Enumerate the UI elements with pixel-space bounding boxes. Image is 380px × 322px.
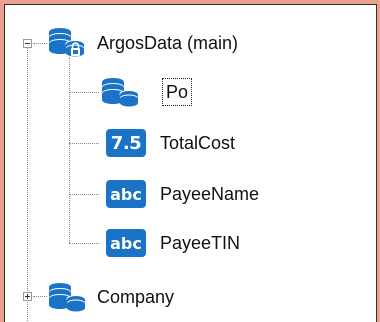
tree-connector xyxy=(69,194,99,195)
tree-node-label[interactable]: ArgosData (main) xyxy=(97,32,238,54)
tree-connector xyxy=(27,43,28,322)
data-tree: ArgosData (main) Po 7.5 TotalCost abc Pa… xyxy=(5,5,376,322)
tree-node-label[interactable]: PayeeName xyxy=(160,183,259,205)
collapse-toggle[interactable] xyxy=(23,39,32,48)
database-icon xyxy=(100,76,140,108)
tree-node-label[interactable]: TotalCost xyxy=(160,132,235,154)
expand-toggle[interactable] xyxy=(23,292,32,301)
tree-node-label[interactable]: PayeeTIN xyxy=(160,232,240,254)
database-icon xyxy=(47,281,87,313)
tree-view-panel[interactable]: ArgosData (main) Po 7.5 TotalCost abc Pa… xyxy=(4,4,377,322)
tree-node-label[interactable]: Po xyxy=(162,78,193,106)
text-field-icon: abc xyxy=(106,180,146,208)
tree-node-totalcost[interactable]: 7.5 TotalCost xyxy=(106,126,235,160)
tree-node-payeetin[interactable]: abc PayeeTIN xyxy=(106,226,240,260)
tree-connector xyxy=(33,296,47,297)
database-lock-icon xyxy=(47,27,87,59)
tree-node-payeename[interactable]: abc PayeeName xyxy=(106,177,259,211)
tree-node-label[interactable]: Company xyxy=(97,286,174,308)
tree-connector xyxy=(69,92,99,93)
tree-node-root[interactable]: ArgosData (main) xyxy=(47,26,238,60)
tree-connector xyxy=(69,57,70,243)
tree-connector xyxy=(69,143,99,144)
tree-connector xyxy=(33,43,47,44)
numeric-field-icon: 7.5 xyxy=(106,129,146,157)
tree-connector xyxy=(69,243,99,244)
tree-node-company[interactable]: Company xyxy=(47,280,174,314)
tree-node-po[interactable]: Po xyxy=(100,75,193,109)
text-field-icon: abc xyxy=(106,229,146,257)
